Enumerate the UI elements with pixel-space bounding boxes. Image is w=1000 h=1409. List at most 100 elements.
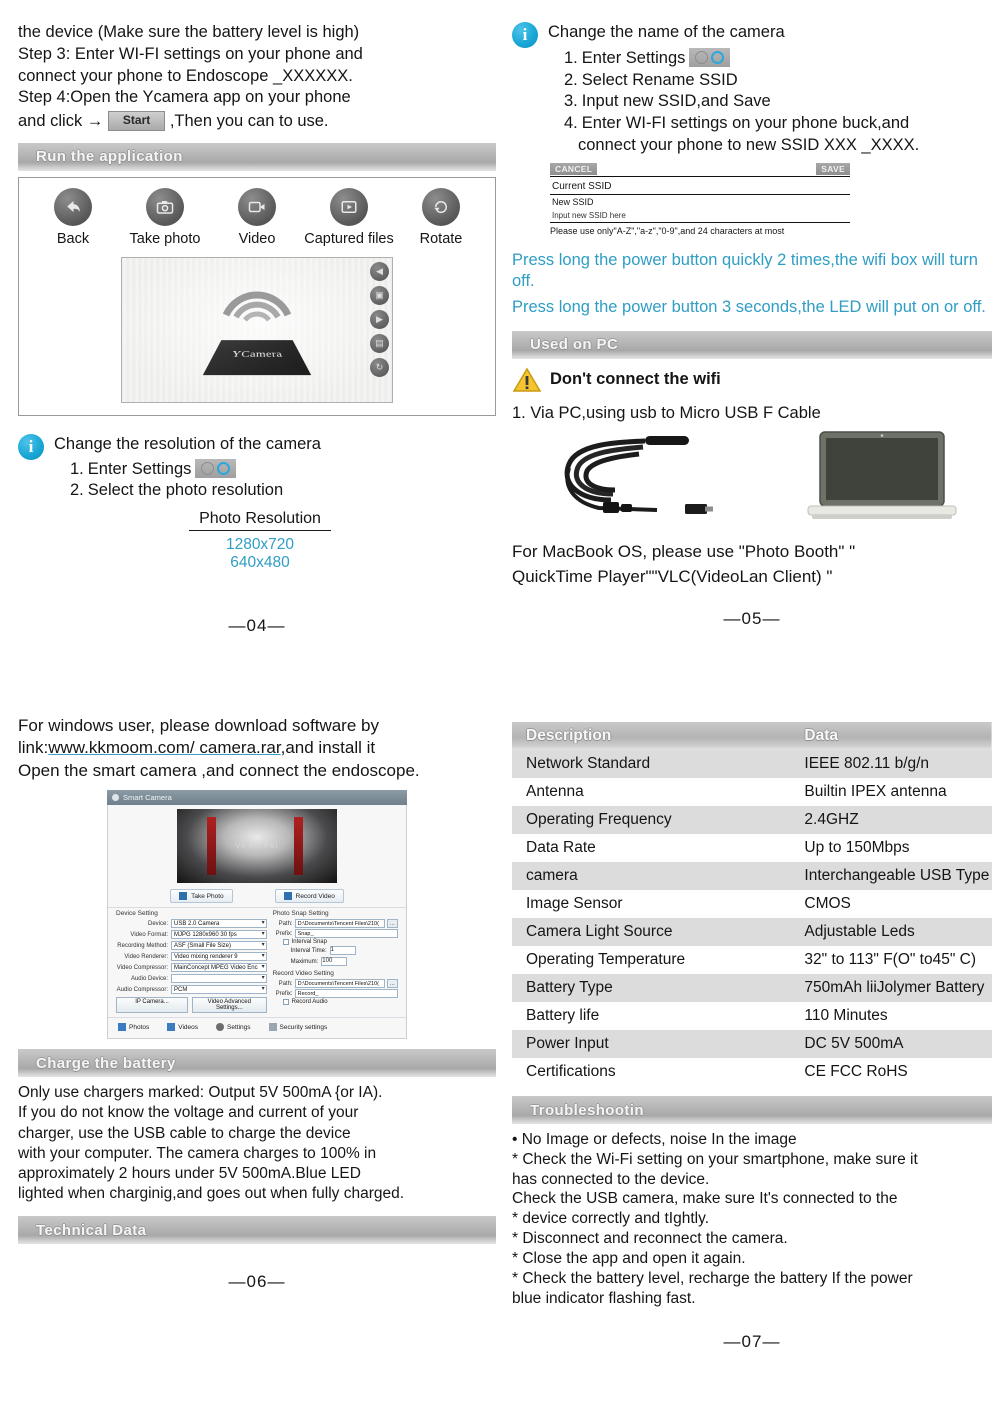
spec-value: 110 Minutes: [804, 1007, 888, 1024]
settings-chip-icon[interactable]: [689, 47, 731, 67]
toolbar-item-captured-files[interactable]: Captured files: [303, 187, 395, 247]
photo-path-row: Path: D:\Documents\Tencent Files\210( …: [273, 919, 398, 929]
spec-value: 32" to 113" F(O" to45" C): [804, 951, 977, 968]
video-format-select[interactable]: MJPG 1280x960 30 fps: [171, 930, 267, 940]
media-files-icon[interactable]: ▤: [370, 333, 389, 353]
trouble-line: * device correctly and tIghtly.: [512, 1210, 709, 1228]
spec-name: Battery life: [526, 1007, 600, 1024]
banner-used-on-pc: Used on PC: [512, 330, 992, 359]
record-path-value[interactable]: D:\Documents\Tencent Files\210(: [294, 979, 385, 989]
column-header-description: Description: [526, 727, 612, 744]
new-ssid-label-row: New SSID: [550, 195, 850, 208]
cancel-button[interactable]: CANCEL: [550, 162, 598, 175]
video-camera-icon[interactable]: ▶: [370, 309, 389, 329]
spec-value: Builtin IPEX antenna: [804, 783, 947, 800]
link-prefix: link:: [18, 738, 49, 758]
step-text: Select the photo resolution: [87, 481, 284, 500]
app-toolbar: Back Take photo Video Captured files Rot…: [27, 187, 487, 247]
banner-label: Troubleshootin: [530, 1101, 644, 1119]
take-photo-button[interactable]: Take Photo: [170, 889, 233, 904]
engine-caption: V8 4.2 FSI: [235, 842, 279, 850]
capture-button-row: Take Photo Record Video: [108, 889, 406, 904]
rotate-icon: [422, 187, 460, 226]
info-steps: 1. Enter Settings 2. Select the photo re…: [70, 458, 496, 503]
camera-icon[interactable]: ▣: [370, 285, 389, 305]
footer-item-photos[interactable]: Photos: [118, 1023, 149, 1032]
spec-name: Operating Frequency: [526, 811, 672, 828]
current-ssid-field: Current SSID: [550, 177, 850, 195]
spec-name: Battery Type: [526, 979, 613, 996]
start-button[interactable]: Start: [107, 111, 166, 131]
software-download-link[interactable]: www.kkmoom.com/ camera.rar: [48, 738, 280, 757]
resolution-option[interactable]: 1280x720: [24, 536, 496, 554]
table-row: Data Rate Up to 150Mbps: [512, 834, 992, 862]
new-ssid-input[interactable]: Input new SSID here: [550, 208, 850, 223]
toolbar-item-take-photo[interactable]: Take photo: [119, 187, 211, 247]
photo-prefix-value[interactable]: Snap_: [294, 929, 398, 939]
photo-prefix-label: Prefix:: [275, 930, 293, 937]
record-video-button[interactable]: Record Video: [274, 889, 344, 904]
settings-chip-icon[interactable]: [195, 458, 237, 478]
photos-icon: [118, 1023, 126, 1032]
audio-device-select[interactable]: [171, 974, 267, 984]
step-number: 4.: [564, 114, 578, 133]
photo-path-browse-button[interactable]: …: [386, 919, 398, 929]
charge-line: lighted when charginig,and goes out when…: [18, 1185, 405, 1203]
device-field: Audio Device:: [116, 974, 267, 984]
chip-dot-blue: [217, 461, 231, 475]
toolbar-item-video[interactable]: Video: [211, 187, 303, 247]
resolution-option[interactable]: 640x480: [24, 554, 496, 572]
toolbar-label: Video: [238, 230, 276, 247]
record-prefix-value[interactable]: Record_: [294, 989, 398, 999]
rotate-icon[interactable]: ↻: [370, 357, 389, 377]
record-path-browse-button[interactable]: …: [386, 979, 398, 989]
page-05: i Change the name of the camera 1. Enter…: [512, 22, 992, 629]
field-label: Video Compressor:: [116, 964, 168, 971]
step-text: Enter Settings: [87, 459, 192, 478]
toolbar-item-back[interactable]: Back: [27, 187, 119, 247]
spec-value: Adjustable Leds: [804, 923, 915, 940]
interval-snap-checkbox[interactable]: Interval Snap: [282, 939, 398, 946]
video-icon: [283, 892, 292, 901]
page-number: —04—: [228, 616, 286, 636]
charge-line: Only use chargers marked: Output 5V 500m…: [18, 1084, 383, 1102]
banner-run-the-application: Run the application: [18, 142, 496, 171]
footer-item-settings[interactable]: Settings: [216, 1023, 251, 1032]
media-files-icon: [330, 187, 368, 226]
toolbar-item-rotate[interactable]: Rotate: [395, 187, 487, 247]
video-renderer-select[interactable]: Video mixing renderer 9: [171, 952, 267, 962]
toolbar-label: Captured files: [304, 230, 394, 247]
spec-value: IEEE 802.11 b/g/n: [804, 755, 930, 772]
back-arrow-icon[interactable]: ◀: [370, 261, 389, 281]
video-compressor-select[interactable]: MainConcept MPEG Video Enc: [171, 963, 267, 973]
warning-text: Don't connect the wifi: [550, 370, 721, 388]
step-text: Enter Settings: [581, 48, 686, 67]
spec-name: Certifications: [526, 1063, 616, 1080]
audio-compressor-select[interactable]: PCM: [171, 985, 267, 995]
step-number: 3.: [564, 92, 578, 111]
device-select[interactable]: USB 2.0 Camera: [171, 919, 267, 929]
ssid-dialog-actions: CANCEL SAVE: [550, 162, 850, 177]
field-label: Video Format:: [130, 931, 168, 938]
step4-line: and click → Start ,Then you can to use.: [18, 111, 496, 133]
new-ssid-label: New SSID: [552, 196, 594, 207]
troubleshooting-list: • No Image or defects, noise In the imag…: [512, 1130, 992, 1308]
footer-item-videos[interactable]: Videos: [167, 1023, 198, 1032]
video-advanced-settings-button[interactable]: Video Advanced Settings...: [192, 997, 267, 1014]
spec-name: Data Rate: [526, 839, 596, 856]
interval-time-input[interactable]: 1: [329, 946, 356, 956]
save-button[interactable]: SAVE: [816, 162, 850, 175]
record-audio-checkbox[interactable]: Record Audio: [282, 999, 398, 1006]
recording-method-select[interactable]: ASF (Small File Size): [171, 941, 267, 951]
interval-snap-label: Interval Snap: [291, 939, 327, 946]
photo-path-value[interactable]: D:\Documents\Tencent Files\210(: [294, 919, 385, 929]
trouble-line: Check the USB camera, make sure It's con…: [512, 1190, 898, 1208]
wifi-warning-row: Don't connect the wifi: [512, 367, 992, 393]
step4-suffix: ,Then you can to use.: [169, 112, 329, 131]
ip-camera-button[interactable]: IP Camera...: [116, 997, 188, 1014]
maximum-input[interactable]: 100: [321, 957, 348, 967]
spec-name: Network Standard: [526, 755, 651, 772]
preview-side-toolbar: ◀ ▣ ▶ ▤ ↻: [370, 261, 389, 377]
footer-item-security-settings[interactable]: Security settings: [268, 1023, 327, 1032]
record-prefix-row: Prefix: Record_: [273, 989, 398, 999]
